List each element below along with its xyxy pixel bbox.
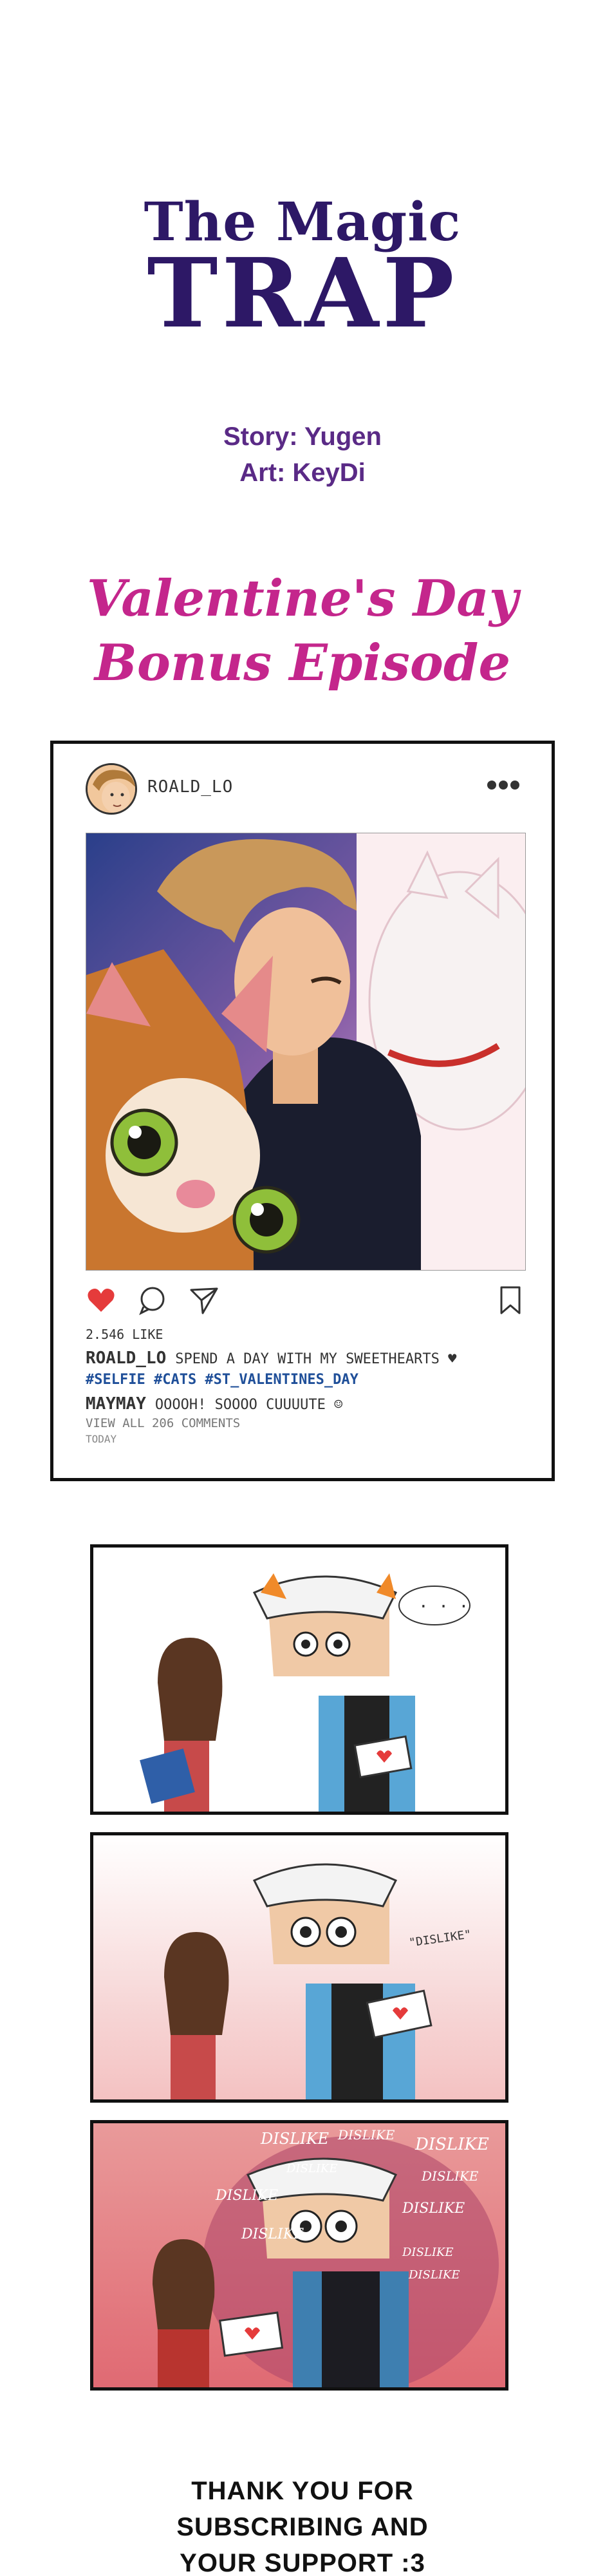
dislike-word: DISLIKE: [241, 2226, 304, 2242]
post-photo: [86, 833, 526, 1271]
comic-panel-3: DISLIKE DISLIKE DISLIKE DISLIKE DISLIKE …: [90, 2120, 508, 2391]
comment-username[interactable]: MAYMAY: [86, 1394, 146, 1414]
post-actions: [86, 1285, 526, 1317]
episode-line-2: Bonus Episode: [94, 634, 511, 692]
panel-1-thought: . . .: [418, 1593, 469, 1612]
heart-icon[interactable]: [86, 1285, 116, 1316]
caption-username[interactable]: ROALD_LO: [86, 1349, 166, 1368]
dislike-word: DISLIKE: [409, 2268, 460, 2282]
post-username[interactable]: ROALD_LO: [147, 777, 233, 797]
art-credit: Art: KeyDi: [239, 459, 366, 487]
title-line-2: TRAP: [147, 237, 458, 349]
dislike-word: DISLIKE: [261, 2130, 330, 2148]
comic-title: The Magic TRAP: [0, 193, 605, 341]
comment-text: OOOOH! SOOOO CUUUUTE ☺: [154, 1397, 343, 1413]
dislike-word: DISLIKE: [415, 2135, 489, 2154]
comment-icon[interactable]: [137, 1285, 168, 1316]
post-meta: 2.546 LIKE ROALD_LO SPEND A DAY WITH MY S…: [86, 1327, 526, 1445]
avatar[interactable]: [86, 763, 137, 815]
comic-panel-2: "DISLIKE": [90, 1832, 508, 2103]
dislike-word: DISLIKE: [216, 2188, 279, 2204]
dislike-word: DISLIKE: [402, 2201, 465, 2217]
post-header: ROALD_LO: [86, 763, 526, 815]
thanks-line-1: THANK YOU FOR: [191, 2477, 414, 2505]
dislike-word: DISLIKE: [422, 2168, 479, 2184]
dislike-word: DISLIKE: [402, 2246, 454, 2259]
post-caption: ROALD_LO SPEND A DAY WITH MY SWEETHEARTS …: [86, 1349, 526, 1368]
dislike-word: DISLIKE: [338, 2127, 395, 2143]
like-count[interactable]: 2.546 LIKE: [86, 1327, 526, 1342]
caption-text: SPEND A DAY WITH MY SWEETHEARTS ♥: [175, 1351, 457, 1367]
instagram-post: ROALD_LO 2.546 LIKE ROALD_LO SPEND A DAY…: [50, 741, 555, 1481]
bookmark-icon[interactable]: [495, 1285, 526, 1316]
episode-line-1: Valentine's Day: [86, 569, 519, 628]
comment: MAYMAY OOOOH! SOOOO CUUUUTE ☺: [86, 1394, 526, 1414]
episode-title: Valentine's Day Bonus Episode: [0, 567, 605, 696]
hashtags[interactable]: #SELFIE #CATS #ST_VALENTINES_DAY: [86, 1372, 526, 1388]
view-all-comments-link[interactable]: VIEW ALL 206 COMMENTS: [86, 1416, 526, 1430]
comic-panel-1: . . .: [90, 1544, 508, 1815]
thank-you-message: THANK YOU FOR SUBSCRIBING AND YOUR SUPPO…: [0, 2473, 605, 2576]
credits: Story: Yugen Art: KeyDi: [0, 419, 605, 491]
story-credit: Story: Yugen: [223, 422, 382, 451]
share-icon[interactable]: [189, 1285, 219, 1316]
thanks-line-2: SUBSCRIBING AND: [176, 2513, 429, 2541]
post-timestamp: TODAY: [86, 1433, 117, 1445]
thanks-line-3: YOUR SUPPORT :3: [180, 2549, 425, 2576]
more-icon[interactable]: [487, 780, 526, 793]
dislike-word: DISLIKE: [286, 2162, 338, 2175]
